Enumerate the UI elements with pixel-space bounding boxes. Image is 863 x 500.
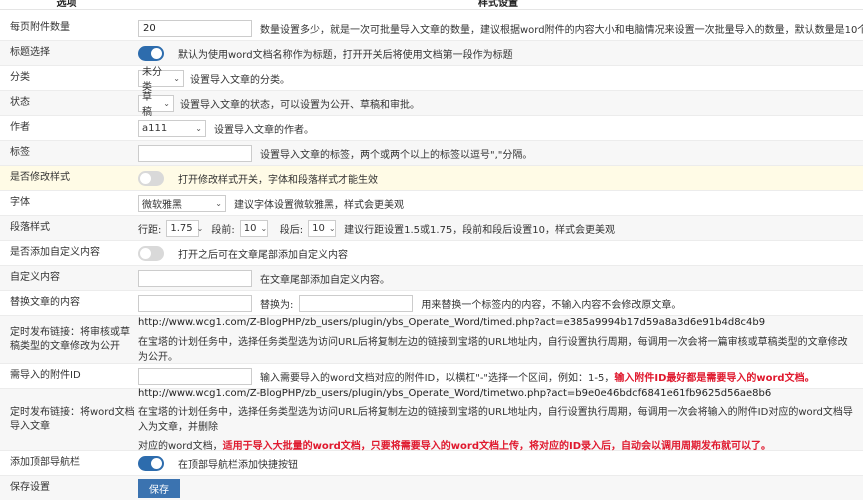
replace-to-label: 替换为:: [260, 299, 294, 311]
custom-add-hint: 打开之后可在文章尾部添加自定义内容: [178, 249, 348, 261]
row-font: 字体 微软雅黑 ⌄ 建议字体设置微软雅黑，样式会更美观: [0, 191, 863, 216]
font-label: 字体: [10, 197, 30, 208]
tags-input[interactable]: [138, 144, 252, 162]
chevron-down-icon: ⌄: [196, 223, 204, 233]
settings-page: 选项 样式设置 每页附件数量 数量设置多少，就是一次可批量导入文章的数量，建议根…: [0, 0, 863, 500]
line-spacing-select[interactable]: 1.75 ⌄: [166, 219, 203, 237]
row-paragraph: 段落样式 行距: 1.75 ⌄ 段前: 10 ⌄ 段后: 10 ⌄ 建议行距设置1.5…: [0, 216, 863, 241]
timed-import-desc: 在宝塔的计划任务中，选择任务类型选为访问URL后将复制左边的链接到宝塔的URL地…: [138, 406, 853, 433]
save-label: 保存设置: [10, 482, 50, 493]
title-select-label: 标题选择: [10, 47, 50, 58]
row-per-page: 每页附件数量 数量设置多少，就是一次可批量导入文章的数量，建议根据word附件的…: [0, 16, 863, 41]
toggle-knob: [140, 172, 151, 184]
attach-id-hint: 输入需要导入的word文档对应的附件ID，以横杠"-"选择一个区间，例如：1-5…: [260, 372, 615, 384]
chevron-down-icon: ⌄: [215, 198, 222, 208]
custom-content-label: 自定义内容: [10, 272, 60, 283]
row-author: 作者 a111 ⌄ 设置导入文章的作者。: [0, 116, 863, 141]
font-hint: 建议字体设置微软雅黑，样式会更美观: [234, 199, 404, 211]
top-nav-toggle[interactable]: [138, 455, 164, 471]
save-button[interactable]: 保存: [138, 478, 180, 498]
chevron-down-icon: ⌄: [328, 223, 336, 233]
space-after-label: 段后:: [279, 224, 304, 236]
tags-label: 标签: [10, 147, 30, 158]
author-label: 作者: [10, 122, 30, 133]
timed-publish-label: 定时发布链接：将审核或草稿类型的文章修改为公开: [10, 326, 130, 352]
space-after-selected: 10: [312, 222, 325, 234]
timed-publish-desc: 在宝塔的计划任务中，选择任务类型选为访问URL后将复制左边的链接到宝塔的URL地…: [138, 336, 848, 363]
toggle-knob: [151, 47, 162, 59]
row-status: 状态 草稿 ⌄ 设置导入文章的状态，可以设置为公开、草稿和审批。: [0, 91, 863, 118]
modify-style-label: 是否修改样式: [10, 172, 70, 183]
header-options: 选项: [56, 0, 77, 9]
row-modify-style: 是否修改样式 打开修改样式开关，字体和段落样式才能生效: [0, 166, 863, 191]
row-timed-import: 定时发布链接：将word文档导入文章 http://www.wcg1.com/Z…: [0, 388, 863, 452]
toggle-knob: [151, 457, 162, 469]
line-spacing-label: 行距:: [138, 224, 162, 236]
custom-content-hint: 在文章尾部添加自定义内容。: [260, 274, 390, 286]
paragraph-label: 段落样式: [10, 222, 50, 233]
row-top-nav: 添加顶部导航栏 在顶部导航栏添加快捷按钮: [0, 451, 863, 476]
font-selected: 微软雅黑: [142, 199, 182, 211]
chevron-down-icon: ⌄: [173, 73, 180, 83]
status-label: 状态: [10, 97, 30, 108]
attach-id-label: 需导入的附件ID: [10, 370, 81, 381]
space-before-label: 段前:: [211, 224, 235, 236]
attach-id-input[interactable]: [138, 367, 252, 385]
modify-style-hint: 打开修改样式开关，字体和段落样式才能生效: [178, 174, 378, 186]
row-tags: 标签 设置导入文章的标签，两个或两个以上的标签以逗号","分隔。: [0, 141, 863, 166]
custom-add-label: 是否添加自定义内容: [10, 247, 100, 258]
per-page-label: 每页附件数量: [10, 22, 70, 33]
category-label: 分类: [10, 72, 30, 83]
timed-import-desc-plain: 对应的word文档，: [138, 440, 223, 452]
author-selected: a111: [142, 122, 168, 134]
custom-add-toggle[interactable]: [138, 245, 164, 261]
tags-hint: 设置导入文章的标签，两个或两个以上的标签以逗号","分隔。: [260, 149, 533, 161]
row-custom-content: 自定义内容 在文章尾部添加自定义内容。: [0, 266, 863, 291]
top-nav-label: 添加顶部导航栏: [10, 457, 80, 468]
replace-to-input[interactable]: [299, 294, 414, 312]
row-attach-id: 需导入的附件ID 输入需要导入的word文档对应的附件ID，以横杠"-"选择一个…: [0, 364, 863, 389]
line-spacing-selected: 1.75: [170, 222, 193, 234]
title-select-toggle[interactable]: [138, 45, 164, 61]
row-custom-add: 是否添加自定义内容 打开之后可在文章尾部添加自定义内容: [0, 241, 863, 266]
author-hint: 设置导入文章的作者。: [214, 124, 314, 136]
timed-import-label: 定时发布链接：将word文档导入文章: [10, 406, 135, 432]
custom-content-input[interactable]: [138, 269, 252, 287]
header-style-settings: 样式设置: [478, 0, 518, 9]
font-select[interactable]: 微软雅黑 ⌄: [138, 194, 226, 212]
space-before-select[interactable]: 10 ⌄: [239, 219, 268, 237]
row-category: 分类 未分类 ⌄ 设置导入文章的分类。: [0, 66, 863, 93]
per-page-hint: 数量设置多少，就是一次可批量导入文章的数量，建议根据word附件的内容大小和电脑…: [260, 24, 863, 36]
replace-label: 替换文章的内容: [10, 297, 80, 308]
attach-id-warning: 输入附件ID最好都是需要导入的word文档。: [614, 372, 815, 384]
modify-style-toggle[interactable]: [138, 170, 164, 186]
author-select[interactable]: a111 ⌄: [138, 119, 206, 137]
status-selected: 草稿: [142, 92, 152, 118]
timed-import-warning: 适用于导入大批量的word文档，只要将需要导入的word文档上传，将对应的ID录…: [222, 440, 772, 452]
status-hint: 设置导入文章的状态，可以设置为公开、草稿和审批。: [180, 99, 420, 111]
row-replace: 替换文章的内容 替换为: 用来替换一个标签内的内容，不输入内容不会修改原文章。: [0, 291, 863, 316]
status-select[interactable]: 草稿 ⌄: [138, 92, 174, 118]
space-after-select[interactable]: 10 ⌄: [308, 219, 337, 237]
chevron-down-icon: ⌄: [163, 98, 170, 108]
paragraph-hint: 建议行距设置1.5或1.75，段前和段后设置10，样式会更美观: [344, 224, 616, 236]
category-select[interactable]: 未分类 ⌄: [138, 67, 184, 93]
top-nav-hint: 在顶部导航栏添加快捷按钮: [178, 459, 298, 471]
per-page-input[interactable]: [138, 19, 252, 37]
timed-import-desc-2: 对应的word文档，适用于导入大批量的word文档，只要将需要导入的word文档…: [138, 437, 853, 452]
title-select-hint: 默认为使用word文档名称作为标题，打开开关后将使用文档第一段作为标题: [178, 49, 513, 61]
chevron-down-icon: ⌄: [260, 223, 268, 233]
replace-from-input[interactable]: [138, 294, 252, 312]
table-header: 选项 样式设置: [0, 0, 863, 10]
row-title-select: 标题选择 默认为使用word文档名称作为标题，打开开关后将使用文档第一段作为标题: [0, 41, 863, 66]
row-save: 保存设置 保存: [0, 476, 863, 500]
timed-publish-url[interactable]: http://www.wcg1.com/Z-BlogPHP/zb_users/p…: [138, 317, 853, 328]
category-hint: 设置导入文章的分类。: [190, 74, 290, 86]
timed-import-url[interactable]: http://www.wcg1.com/Z-BlogPHP/zb_users/p…: [138, 388, 853, 399]
replace-hint: 用来替换一个标签内的内容，不输入内容不会修改原文章。: [421, 299, 682, 311]
row-timed-publish: 定时发布链接：将审核或草稿类型的文章修改为公开 http://www.wcg1.…: [0, 316, 863, 364]
toggle-knob: [140, 247, 151, 259]
space-before-selected: 10: [243, 222, 257, 234]
chevron-down-icon: ⌄: [195, 123, 202, 133]
